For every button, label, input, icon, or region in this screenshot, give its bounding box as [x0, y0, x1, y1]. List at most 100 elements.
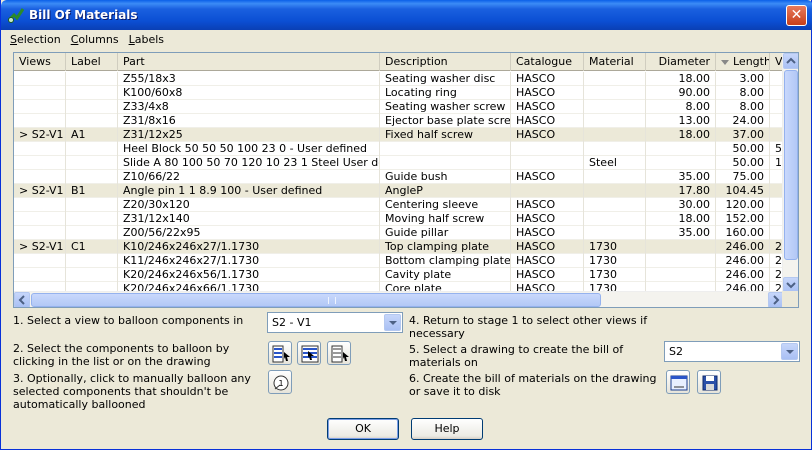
cell-label	[66, 100, 118, 114]
step6-text: 6. Create the bill of materials on the d…	[409, 372, 657, 398]
vertical-scroll-thumb[interactable]	[784, 70, 798, 260]
cell-part: K100/60x8	[118, 86, 380, 100]
menu-item-0[interactable]: Selection	[5, 31, 66, 49]
cell-desc: Ejector base plate screw	[380, 114, 511, 128]
cell-cat: HASCO	[511, 268, 584, 282]
cell-mat	[584, 170, 646, 184]
cell-desc: Locating ring	[380, 86, 511, 100]
cell-part: K11/246x246x27/1.1730	[118, 254, 380, 268]
cell-views	[14, 86, 66, 100]
cell-desc	[380, 156, 511, 170]
table-row[interactable]: Z31/12x140 Moving half screw HASCO 18.00 152…	[14, 212, 784, 226]
parts-grid[interactable]: Views Label Part Description Catalogue M…	[13, 52, 799, 308]
chevron-down-icon[interactable]	[781, 343, 798, 360]
cell-part: Heel Block 50 50 50 100 23 0 - User defi…	[118, 142, 380, 156]
table-row[interactable]: > S2-V1 A1 Z31/12x25 Fixed half screw HASCO 1…	[14, 128, 784, 142]
cell-desc: Bottom clamping plate	[380, 254, 511, 268]
table-row[interactable]: Z31/8x16 Ejector base plate screw HASCO 13.…	[14, 114, 784, 128]
cell-views	[14, 100, 66, 114]
column-header-material[interactable]: Material	[584, 53, 646, 71]
cell-dia: 17.80	[646, 184, 716, 198]
table-row[interactable]: Heel Block 50 50 50 100 23 0 - User defi…	[14, 142, 784, 156]
list-select-icon	[272, 345, 290, 363]
table-row[interactable]: Slide A 80 100 50 70 120 10 23 1 Steel U…	[14, 156, 784, 170]
column-header-length[interactable]: Length	[716, 53, 770, 71]
cell-len: 3.00	[716, 72, 770, 86]
cell-part: Z31/12x140	[118, 212, 380, 226]
cell-label: A1	[66, 128, 118, 142]
cell-desc	[380, 142, 511, 156]
cell-views: > S2-V1	[14, 240, 66, 254]
column-header-catalogue[interactable]: Catalogue	[511, 53, 584, 71]
table-row[interactable]: > S2-V1 C1 K10/246x246x27/1.1730 Top clampi…	[14, 240, 784, 254]
chevron-down-icon[interactable]	[384, 314, 401, 331]
menu-label: election	[16, 33, 61, 46]
cell-dia: 35.00	[646, 170, 716, 184]
scroll-up-button[interactable]	[783, 53, 798, 69]
table-row[interactable]: Z00/56/22x95 Guide pillar HASCO 35.00 160.00	[14, 226, 784, 240]
cell-len: 75.00	[716, 170, 770, 184]
cell-desc: AngleP	[380, 184, 511, 198]
menu-label: abels	[134, 33, 164, 46]
horizontal-scrollbar[interactable]	[14, 291, 784, 307]
cell-cat: HASCO	[511, 170, 584, 184]
save-to-disk-button[interactable]	[697, 370, 721, 394]
table-row[interactable]: Z33/4x8 Seating washer screw HASCO 8.00 8.00	[14, 100, 784, 114]
cell-len: 246.00	[716, 254, 770, 268]
cell-len: 104.45	[716, 184, 770, 198]
cell-dia: 8.00	[646, 100, 716, 114]
toggle-components-button[interactable]	[297, 341, 321, 365]
column-header-description[interactable]: Description	[380, 53, 511, 71]
help-button[interactable]: Help	[411, 418, 483, 440]
clear-components-button[interactable]	[327, 341, 351, 365]
title-bar[interactable]: Bill Of Materials ✕	[1, 0, 812, 30]
select-components-button[interactable]	[268, 341, 292, 365]
cell-part: K10/246x246x27/1.1730	[118, 240, 380, 254]
column-header-diameter[interactable]: Diameter	[646, 53, 716, 71]
cell-dia	[646, 156, 716, 170]
column-header-views[interactable]: Views	[14, 53, 66, 71]
table-row[interactable]: Z10/66/22 Guide bush HASCO 35.00 75.00	[14, 170, 784, 184]
cell-cat: HASCO	[511, 254, 584, 268]
menu-item-1[interactable]: Columns	[66, 31, 124, 49]
cell-views	[14, 268, 66, 282]
create-bom-button[interactable]	[666, 370, 690, 394]
cell-part: Z20/30x120	[118, 198, 380, 212]
close-button[interactable]: ✕	[786, 5, 807, 26]
manual-balloon-button[interactable]: 1	[268, 370, 292, 394]
cell-cat	[511, 184, 584, 198]
drawing-select[interactable]: S2	[664, 341, 800, 362]
floppy-disk-icon	[702, 375, 718, 391]
cell-cat: HASCO	[511, 114, 584, 128]
table-row[interactable]: K100/60x8 Locating ring HASCO 90.00 8.00	[14, 86, 784, 100]
menu-item-2[interactable]: Labels	[124, 31, 169, 49]
cell-views	[14, 72, 66, 86]
cell-desc: Cavity plate	[380, 268, 511, 282]
cell-dia	[646, 254, 716, 268]
cell-desc: Top clamping plate	[380, 240, 511, 254]
scroll-left-button[interactable]	[14, 292, 30, 307]
cell-mat	[584, 212, 646, 226]
sort-desc-icon	[721, 59, 729, 65]
ok-button[interactable]: OK	[327, 418, 399, 440]
column-header-part[interactable]: Part	[118, 53, 380, 71]
cell-mat	[584, 72, 646, 86]
cell-views: > S2-V1	[14, 184, 66, 198]
menu-label: olumns	[78, 33, 119, 46]
view-select[interactable]: S2 - V1	[267, 312, 403, 333]
table-row[interactable]: > S2-V1 B1 Angle pin 1 1 8.9 100 - User de…	[14, 184, 784, 198]
cell-mat	[584, 142, 646, 156]
cell-dia	[646, 142, 716, 156]
table-row[interactable]: K11/246x246x27/1.1730 Bottom clamping pla…	[14, 254, 784, 268]
table-row[interactable]: Z55/18x3 Seating washer disc HASCO 18.00 3.0…	[14, 72, 784, 86]
cell-part: Z10/66/22	[118, 170, 380, 184]
column-header-label[interactable]: Label	[66, 53, 118, 71]
cell-label	[66, 198, 118, 212]
cell-views	[14, 254, 66, 268]
cell-label	[66, 86, 118, 100]
cell-part: Z55/18x3	[118, 72, 380, 86]
table-row[interactable]: Z20/30x120 Centering sleeve HASCO 30.00 120.…	[14, 198, 784, 212]
vertical-scrollbar[interactable]	[782, 53, 798, 293]
table-row[interactable]: K20/246x246x56/1.1730 Cavity plate HASCO 17…	[14, 268, 784, 282]
horizontal-scroll-thumb[interactable]	[31, 293, 601, 307]
